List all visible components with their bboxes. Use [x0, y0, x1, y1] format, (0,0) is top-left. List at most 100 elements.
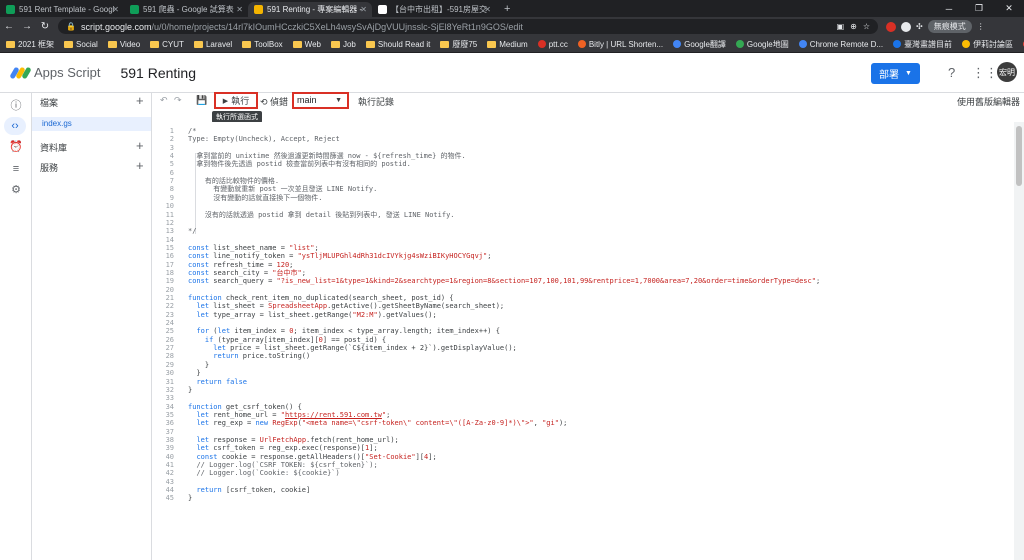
bookmark-item[interactable]: Bitly | URL Shorten... [577, 40, 663, 49]
avatar[interactable]: 宏明 [997, 62, 1017, 82]
folder-icon [487, 40, 497, 48]
site-favicon-icon [798, 40, 807, 48]
site-favicon-icon [962, 40, 971, 48]
editor-scrollbar[interactable] [1014, 122, 1024, 560]
project-title[interactable]: 591 Renting [120, 65, 196, 81]
maximize-icon[interactable]: ❐ [964, 3, 994, 14]
execution-log-button[interactable]: 執行記錄 [358, 95, 394, 108]
extension-icon[interactable] [886, 21, 896, 32]
browser-tab[interactable]: 【台中市出租】-591房屋交易網✕ [372, 2, 496, 17]
bookmark-item[interactable]: Google翻譯 [673, 39, 726, 50]
code-line: 34 function get_csrf_token() { [152, 403, 1012, 411]
code-line: 4 拿到當前的 unixtime 然後過濾更新時間篩選 now - ${refr… [152, 152, 1012, 160]
cast-icon[interactable]: ▣ [837, 22, 845, 31]
incognito-profile[interactable]: 無痕模式 [927, 20, 972, 33]
bookmark-item[interactable]: Medium [487, 40, 528, 49]
puzzle-icon[interactable]: ✣ [916, 22, 923, 31]
apps-grid-icon[interactable]: ⋮⋮ [972, 65, 998, 81]
bookmark-label: CYUT [162, 39, 184, 49]
bookmark-item[interactable]: Should Read it [365, 40, 430, 49]
settings-gear-icon[interactable]: ⚙ [9, 183, 23, 197]
code-text: return false [196, 377, 248, 386]
run-button[interactable]: ▶ 執行 [214, 92, 258, 109]
line-number: 40 [165, 452, 174, 461]
new-tab-button[interactable]: + [496, 3, 518, 17]
tab-close-icon[interactable]: ✕ [112, 5, 119, 14]
files-heading: 檔案 [40, 98, 59, 108]
use-legacy-editor-button[interactable]: 使用舊版編輯器 [957, 95, 1020, 108]
code-line: 24 [152, 319, 1012, 327]
translate-icon[interactable]: ⊕ [850, 22, 857, 31]
add-file-icon[interactable]: + [136, 93, 144, 108]
code-editor[interactable]: 1 /* 2 Type: Empty(Uncheck), Accept, Reject… [152, 122, 1024, 560]
bookmark-item[interactable]: ToolBox [242, 40, 283, 49]
bookmark-item[interactable]: 廢廢75 [440, 39, 477, 50]
code-text: } [188, 494, 193, 503]
window-controls: ─ ❐ ✕ [934, 0, 1024, 17]
bookmark-item[interactable]: Social [64, 40, 98, 49]
code-text: for (let item_index = 0; item_index < ty… [196, 327, 500, 336]
code-line: 27 let price = list_sheet.getRange(`C${i… [152, 344, 1012, 352]
browser-tab[interactable]: 591 爬蟲 - Google 試算表 ✕ [124, 2, 248, 17]
bookmark-item[interactable]: Chrome Remote D... [798, 39, 884, 49]
bookmark-item[interactable]: 臺灣畫譜目前 [893, 39, 952, 50]
info-icon[interactable]: ⓘ [9, 99, 23, 113]
back-icon[interactable]: ← [0, 21, 18, 32]
bookmark-item[interactable]: Web [292, 40, 321, 49]
deploy-button[interactable]: 部署 ▼ [871, 63, 920, 84]
tab-close-icon[interactable]: ✕ [484, 5, 491, 14]
code-text: } [188, 385, 193, 394]
save-icon[interactable]: 💾 [196, 95, 207, 106]
bookmark-item[interactable]: 2021 框架 [6, 39, 54, 50]
folder-icon [365, 40, 375, 48]
executions-list-icon[interactable]: ≡ [9, 162, 23, 176]
function-select[interactable]: main ▼ [292, 92, 349, 109]
site-favicon-icon [893, 40, 902, 48]
menu-dots-icon[interactable]: ⋮ [977, 22, 985, 31]
code-line: 16 const line_notify_token = "ysTljMLUPGh… [152, 252, 1012, 260]
code-line: 45} [152, 494, 1012, 502]
star-icon[interactable]: ☆ [863, 22, 870, 31]
bookmark-label: 2021 框架 [18, 39, 55, 49]
bookmark-label: Job [342, 39, 356, 49]
code-text: let list_sheet = SpreadsheetApp.getActiv… [196, 302, 505, 311]
folder-icon [6, 40, 15, 48]
bookmark-label: Social [76, 39, 98, 49]
bookmark-item[interactable]: ptt.cc [537, 40, 568, 49]
bookmark-item[interactable]: 伊莉討論區 [962, 39, 1013, 50]
code-text: */ [188, 227, 197, 236]
code-line: 7 有的話比較物件的價格. [152, 177, 1012, 185]
minimize-icon[interactable]: ─ [934, 4, 964, 14]
editor-code-icon[interactable]: ‹› [4, 117, 26, 135]
browser-tab[interactable]: 591 Renting - 專案編輯器 - App✕ [248, 2, 372, 17]
triggers-clock-icon[interactable]: ⏰ [9, 140, 23, 154]
tab-favicon-icon [378, 5, 387, 14]
redo-icon[interactable]: ↷ [174, 95, 182, 106]
add-service-icon[interactable]: + [136, 158, 144, 173]
bookmark-item[interactable]: Job [330, 39, 356, 49]
bookmark-item[interactable]: Video [107, 40, 140, 49]
add-library-icon[interactable]: + [136, 138, 144, 153]
folder-icon [292, 40, 302, 48]
tab-close-icon[interactable]: ✕ [236, 5, 243, 14]
bookmark-item[interactable]: Google地圖 [735, 39, 789, 50]
forward-icon[interactable]: → [18, 21, 36, 32]
bookmark-item[interactable]: Laravel [193, 40, 232, 49]
undo-icon[interactable]: ↶ [160, 95, 168, 106]
bookmark-item[interactable]: CYUT [150, 40, 184, 49]
debug-button[interactable]: ⟲ 偵錯 [260, 95, 288, 108]
address-bar[interactable]: 🔒 script.google.com /u/0/home/projects/1… [58, 19, 878, 34]
tab-title: 591 Rent Template - Google 試 [19, 5, 115, 14]
line-number: 42 [165, 469, 174, 478]
close-window-icon[interactable]: ✕ [994, 3, 1024, 14]
code-line: 20 [152, 286, 1012, 294]
reload-icon[interactable]: ↻ [36, 21, 54, 32]
tab-close-icon[interactable]: ✕ [360, 5, 367, 14]
bookmark-label: Chrome Remote D... [809, 39, 884, 49]
browser-tab[interactable]: 591 Rent Template - Google 試✕ [0, 2, 124, 17]
code-line: 39 let csrf_token = reg_exp.exec(respons… [152, 444, 1012, 452]
code-text: const list_sheet_name = "list"; [188, 243, 319, 252]
extension-icon[interactable] [901, 21, 911, 32]
file-item-index[interactable]: index.gs [32, 117, 151, 131]
help-icon[interactable]: ? [948, 65, 955, 80]
